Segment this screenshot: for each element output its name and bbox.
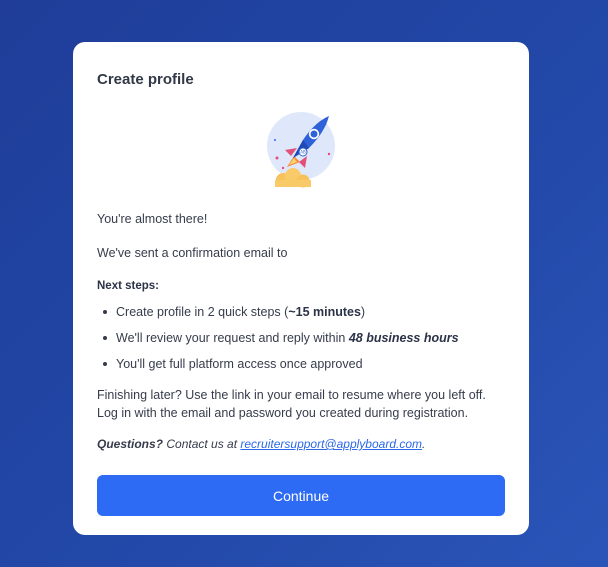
continue-button[interactable]: Continue (97, 475, 505, 516)
questions-end: . (422, 437, 426, 451)
step-item: Create profile in 2 quick steps (~15 min… (97, 303, 459, 321)
step-text: You'll get full platform access once app… (116, 357, 363, 371)
resume-later-text: Finishing later? Use the link in your em… (97, 388, 486, 420)
next-steps-list: Create profile in 2 quick steps (~15 min… (97, 303, 459, 381)
questions-contact-text: Contact us at (163, 437, 241, 451)
almost-there-text: You're almost there! (97, 212, 208, 226)
questions-text: Questions? Contact us at recruitersuppor… (97, 435, 507, 453)
step-emphasis: 48 business hours (348, 331, 459, 345)
card-title: Create profile (97, 71, 194, 88)
support-email-link[interactable]: recruitersupport@applyboard.com (240, 437, 422, 451)
questions-lead: Questions? (97, 437, 164, 451)
create-profile-card: Create profile AB You're almost there! W… (73, 42, 529, 535)
step-text: Create profile in 2 quick steps ( (116, 305, 289, 319)
confirmation-sent-text: We've sent a confirmation email to (97, 246, 288, 260)
step-suffix: ) (360, 305, 366, 319)
step-text: We'll review your request and reply with… (116, 331, 349, 345)
step-item: We'll review your request and reply with… (97, 329, 459, 347)
rocket-badge-text: AB (300, 150, 306, 155)
step-item: You'll get full platform access once app… (97, 355, 459, 373)
rocket-launch-icon: AB (267, 112, 335, 188)
step-emphasis: ~15 minutes (288, 305, 361, 319)
next-steps-heading: Next steps: (97, 280, 159, 292)
